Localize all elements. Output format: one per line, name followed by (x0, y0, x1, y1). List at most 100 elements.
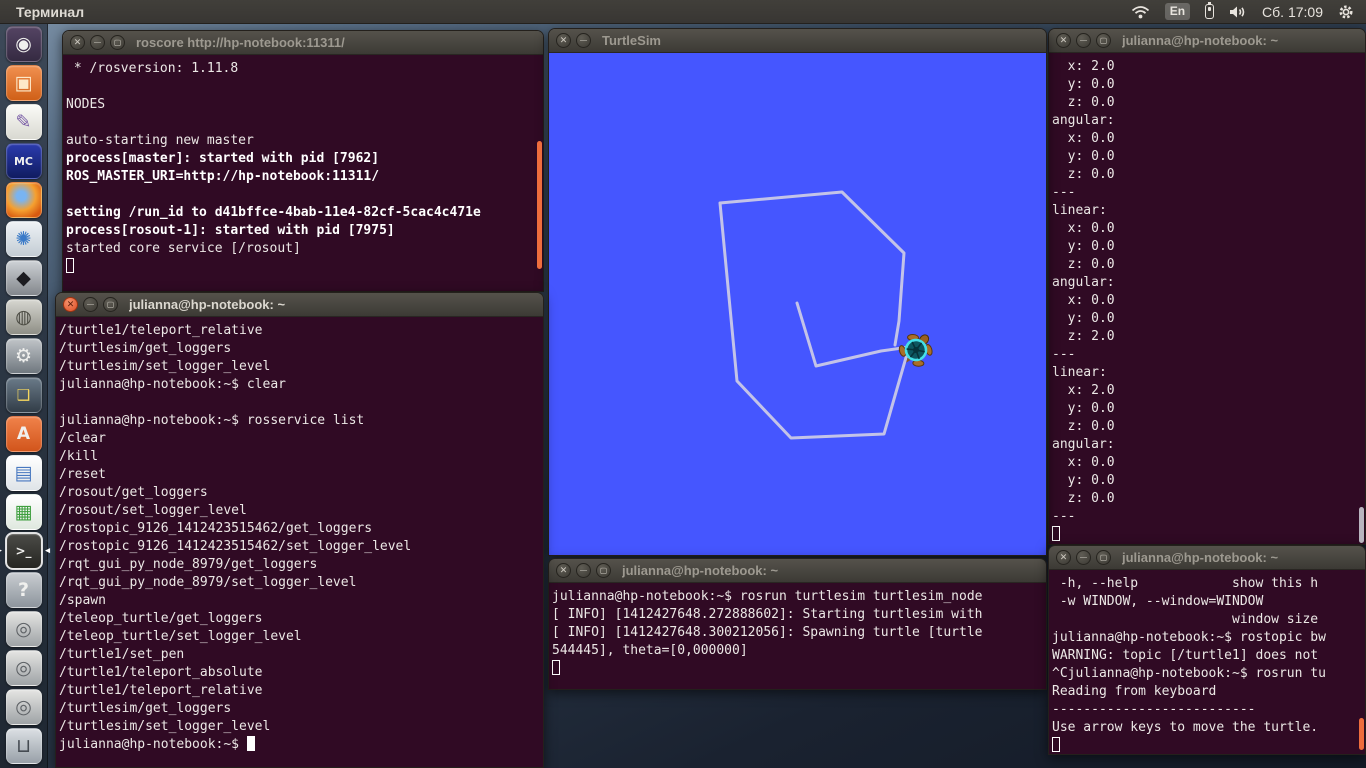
terminal-line: julianna@hp-notebook:~$ rosservice list (59, 412, 543, 430)
terminal-line: x: 0.0 (1052, 130, 1365, 148)
terminal-line: /rqt_gui_py_node_8979/get_loggers (59, 556, 543, 574)
launcher-photo-manager[interactable]: ✺ (6, 221, 42, 257)
scrollbar-thumb[interactable] (537, 141, 542, 269)
terminal-line: -------------------------- (1052, 701, 1365, 719)
battery-icon[interactable] (1205, 4, 1214, 19)
session-gear-icon[interactable] (1338, 4, 1354, 20)
close-button[interactable] (556, 33, 571, 48)
scrollbar-thumb[interactable] (1359, 507, 1364, 543)
launcher-help[interactable]: ? (6, 572, 42, 608)
turtle-icon (893, 326, 940, 373)
remote-desktop-icon: ❑ (17, 388, 30, 403)
launcher-dash-home[interactable]: ◉ (6, 26, 42, 62)
launcher-libreoffice-calc[interactable]: ▦ (6, 494, 42, 530)
wifi-icon[interactable] (1131, 5, 1150, 19)
terminal-line: y: 0.0 (1052, 76, 1365, 94)
close-button[interactable] (1056, 33, 1071, 48)
terminal-line: julianna@hp-notebook:~$ rosrun turtlesim… (552, 588, 1046, 606)
keyboard-layout-indicator[interactable]: En (1165, 3, 1190, 20)
terminal-line: /rosout/set_logger_level (59, 502, 543, 520)
disk-3-icon: ◎ (15, 698, 32, 717)
window-title: roscore http://hp-notebook:11311/ (136, 35, 345, 50)
window-turtlesim: TurtleSim (548, 28, 1047, 556)
close-button[interactable] (63, 297, 78, 312)
launcher-text-editor[interactable]: ✎ (6, 104, 42, 140)
terminal-content[interactable]: julianna@hp-notebook:~$ rosrun turtlesim… (549, 583, 1046, 689)
minimize-button[interactable] (83, 297, 98, 312)
clock[interactable]: Сб. 17:09 (1262, 4, 1323, 20)
terminal-cursor (66, 258, 74, 273)
inkscape-icon: ◆ (16, 269, 31, 288)
terminal-icon: >_ (15, 545, 31, 557)
terminal-line: z: 0.0 (1052, 166, 1365, 184)
trash-icon: ⊔ (16, 737, 31, 756)
terminal-line: y: 0.0 (1052, 400, 1365, 418)
terminal-line: linear: (1052, 364, 1365, 382)
minimize-button[interactable] (576, 33, 591, 48)
terminal-line: /turtle1/set_pen (59, 646, 543, 664)
terminal-line: /turtlesim/set_logger_level (59, 718, 543, 736)
close-button[interactable] (556, 563, 571, 578)
launcher-libreoffice-impress[interactable]: ▤ (6, 455, 42, 491)
launcher-trash[interactable]: ⊔ (6, 728, 42, 764)
terminal-line: Use arrow keys to move the turtle. (1052, 719, 1365, 737)
terminal-line: y: 0.0 (1052, 148, 1365, 166)
minimize-button[interactable] (1076, 33, 1091, 48)
titlebar[interactable]: julianna@hp-notebook: ~ (549, 559, 1046, 583)
terminal-cursor (1052, 526, 1060, 541)
minimize-button[interactable] (90, 35, 105, 50)
terminal-line: x: 2.0 (1052, 382, 1365, 400)
close-button[interactable] (70, 35, 85, 50)
maximize-button[interactable] (596, 563, 611, 578)
launcher-inkscape[interactable]: ◆ (6, 260, 42, 296)
titlebar[interactable]: TurtleSim (549, 29, 1046, 53)
titlebar[interactable]: julianna@hp-notebook: ~ (56, 293, 543, 317)
terminal-content[interactable]: /turtle1/teleport_relative/turtlesim/get… (56, 317, 543, 767)
minimize-button[interactable] (576, 563, 591, 578)
terminal-line: z: 0.0 (1052, 490, 1365, 508)
titlebar[interactable]: julianna@hp-notebook: ~ (1049, 29, 1365, 53)
terminal-content[interactable]: * /rosversion: 1.11.8NODESauto-starting … (63, 55, 543, 291)
disk-2-icon: ◎ (15, 659, 32, 678)
launcher-firefox[interactable] (6, 182, 42, 218)
volume-icon[interactable] (1229, 5, 1247, 19)
terminal-line: z: 0.0 (1052, 94, 1365, 112)
window-rostopic-echo: julianna@hp-notebook: ~ x: 2.0 y: 0.0 z:… (1048, 28, 1366, 545)
launcher-gimp[interactable]: ◍ (6, 299, 42, 335)
maximize-button[interactable] (1096, 33, 1111, 48)
maximize-button[interactable] (103, 297, 118, 312)
top-panel: Терминал En Сб. 17:09 (0, 0, 1366, 24)
terminal-line: /turtlesim/get_loggers (59, 700, 543, 718)
launcher-files[interactable]: ▣ (6, 65, 42, 101)
maximize-button[interactable] (1096, 550, 1111, 565)
terminal-content[interactable]: -h, --help show this h -w WINDOW, --wind… (1049, 570, 1365, 754)
launcher-disk-1[interactable]: ◎ (6, 611, 42, 647)
launcher-terminal[interactable]: >_ (6, 533, 42, 569)
terminal-line (66, 258, 543, 276)
launcher-remote-desktop[interactable]: ❑ (6, 377, 42, 413)
turtle-trail (720, 192, 909, 438)
terminal-cursor (552, 660, 560, 675)
terminal-content[interactable]: x: 2.0 y: 0.0 z: 0.0angular: x: 0.0 y: 0… (1049, 53, 1365, 544)
launcher-disk-3[interactable]: ◎ (6, 689, 42, 725)
maximize-button[interactable] (110, 35, 125, 50)
terminal-line (66, 114, 543, 132)
titlebar[interactable]: julianna@hp-notebook: ~ (1049, 546, 1365, 570)
terminal-line: WARNING: topic [/turtle1] does not (1052, 647, 1365, 665)
terminal-line: angular: (1052, 112, 1365, 130)
terminal-line: /rostopic_9126_1412423515462/get_loggers (59, 520, 543, 538)
titlebar[interactable]: roscore http://hp-notebook:11311/ (63, 31, 543, 55)
terminal-line: setting /run_id to d41bffce-4bab-11e4-82… (66, 204, 543, 222)
terminal-line (1052, 526, 1365, 544)
terminal-line: * /rosversion: 1.11.8 (66, 60, 543, 78)
scrollbar-thumb[interactable] (1359, 718, 1364, 750)
launcher-midnight-commander[interactable]: MC (6, 143, 42, 179)
active-app-title: Терминал (0, 4, 84, 20)
launcher-software-center[interactable]: A (6, 416, 42, 452)
minimize-button[interactable] (1076, 550, 1091, 565)
launcher-disk-2[interactable]: ◎ (6, 650, 42, 686)
close-button[interactable] (1056, 550, 1071, 565)
terminal-line: /turtle1/teleport_absolute (59, 664, 543, 682)
terminal-line: -w WINDOW, --window=WINDOW (1052, 593, 1365, 611)
launcher-system-settings[interactable]: ⚙ (6, 338, 42, 374)
